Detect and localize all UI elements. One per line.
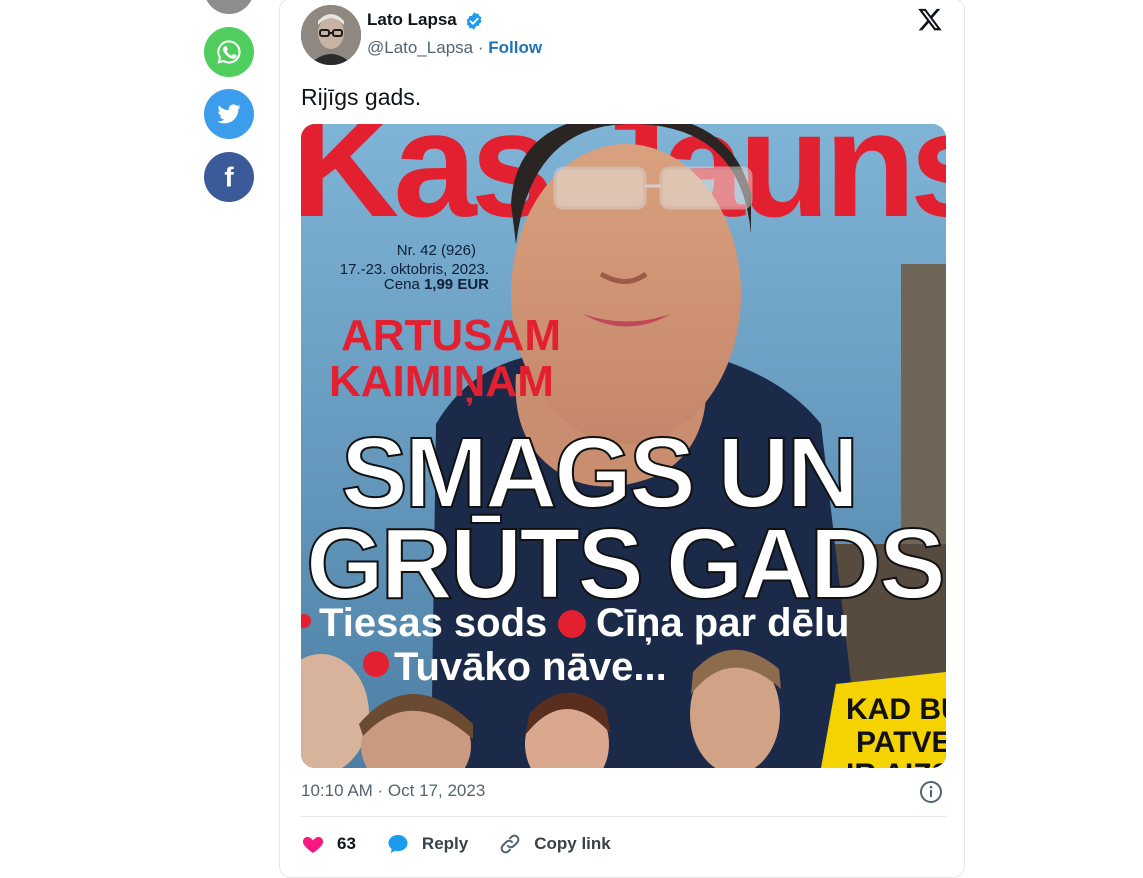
divider [301, 816, 946, 817]
svg-text:KAD BŪ: KAD BŪ [846, 693, 946, 726]
heart-icon [302, 837, 324, 853]
like-button[interactable]: 63 [301, 832, 356, 856]
magazine-headline: SMAGS UN GRŪTS GADS [305, 416, 946, 621]
svg-text:Nr. 42 (926): Nr. 42 (926) [397, 242, 476, 259]
svg-text:f: f [224, 162, 234, 192]
whatsapp-share-button[interactable] [204, 27, 254, 77]
handle-row: @Lato_Lapsa · Follow [367, 38, 542, 58]
magazine-cover: Kas Jauns Nr. 42 (926) 17.-23. oktobris,… [301, 124, 946, 768]
facebook-icon: f [224, 162, 234, 192]
verified-badge-icon [466, 12, 482, 30]
avatar-photo [301, 5, 361, 65]
separator: · [477, 38, 484, 57]
tweet-text: Rijīgs gads. [301, 84, 422, 110]
reply-button[interactable]: Reply [386, 832, 468, 856]
twitter-icon [217, 104, 241, 124]
author-name[interactable]: Lato Lapsa [367, 10, 457, 30]
svg-text:PATVE: PATVE [856, 726, 946, 759]
tweet-image[interactable]: Kas Jauns Nr. 42 (926) 17.-23. oktobris,… [301, 124, 946, 768]
link-icon [500, 834, 520, 854]
svg-text:IR AIZS: IR AIZS [846, 758, 946, 768]
reply-bubble-icon [388, 835, 408, 853]
svg-text:Tuvāko nāve...: Tuvāko nāve... [394, 645, 667, 689]
like-count: 63 [337, 834, 356, 853]
follow-button[interactable]: Follow [488, 38, 542, 57]
svg-text:Cena 1,99 EUR: Cena 1,99 EUR [384, 276, 489, 293]
copy-link-label: Copy link [534, 834, 611, 853]
share-button[interactable] [204, 0, 254, 14]
info-icon[interactable] [919, 780, 943, 804]
tweet-actions: 63 Reply Copy link [301, 829, 641, 859]
x-logo-icon[interactable] [916, 6, 944, 34]
magazine-corner-badge: KAD BŪ PATVE IR AIZS [821, 672, 946, 768]
copy-link-button[interactable]: Copy link [498, 832, 611, 856]
svg-text:ARTUSAM: ARTUSAM [341, 311, 561, 360]
svg-text:Tiesas sods: Tiesas sods [319, 601, 547, 645]
svg-text:Cīņa par dēlu: Cīņa par dēlu [596, 601, 849, 645]
svg-text:KAIMIŅAM: KAIMIŅAM [329, 357, 554, 406]
whatsapp-icon [217, 40, 241, 64]
avatar[interactable] [301, 5, 361, 65]
facebook-share-button[interactable]: f [204, 152, 254, 202]
author-handle[interactable]: @Lato_Lapsa [367, 38, 473, 57]
magazine-kicker: ARTUSAM KAIMIŅAM [329, 311, 561, 406]
tweet-card: Lato Lapsa @Lato_Lapsa · Follow Rijīgs g… [279, 0, 965, 878]
tweet-timestamp[interactable]: 10:10 AM · Oct 17, 2023 [301, 781, 485, 801]
twitter-share-button[interactable] [204, 89, 254, 139]
reply-label: Reply [421, 834, 469, 853]
